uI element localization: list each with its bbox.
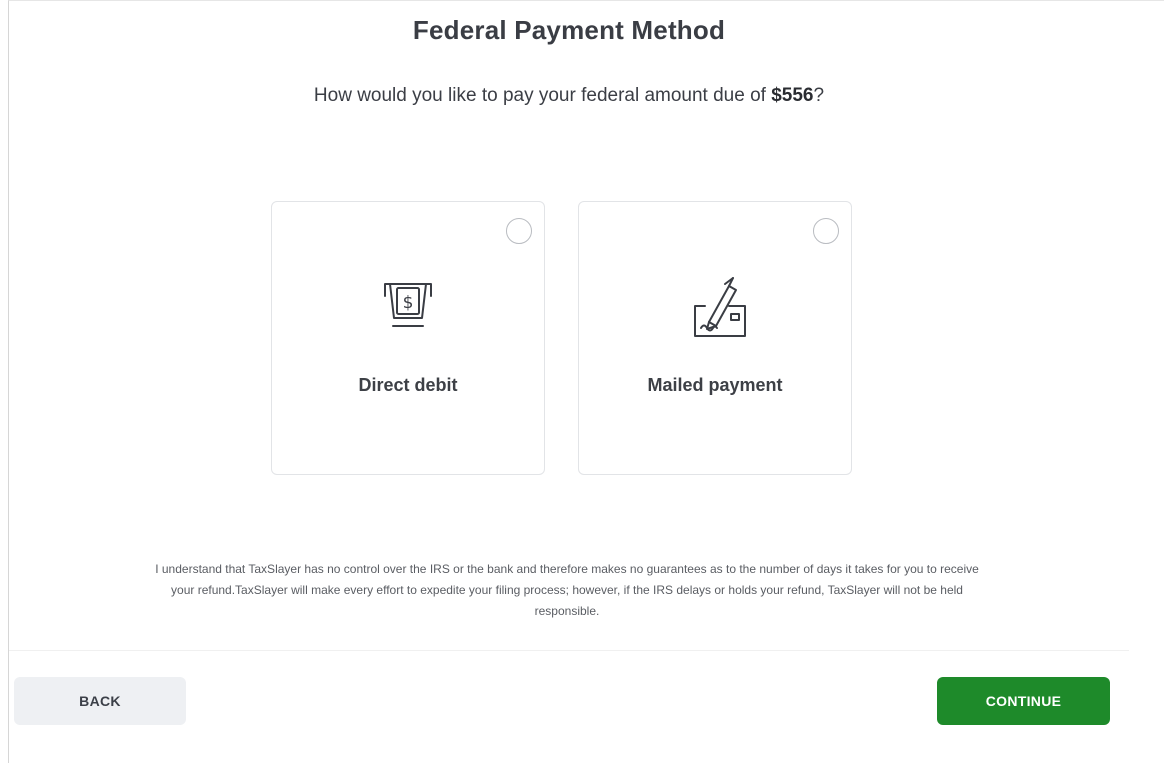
disclaimer-line: responsible. [534, 604, 600, 618]
page-title: Federal Payment Method [412, 15, 726, 45]
payment-question: How would you like to pay your federal a… [9, 85, 1129, 107]
disclaimer-text: I understand that TaxSlayer has no contr… [17, 559, 1117, 622]
mailed-payment-label: Mailed payment [647, 375, 783, 395]
direct-debit-option[interactable]: $ Direct debit [271, 201, 545, 475]
question-prefix: How would you like to pay your federal a… [313, 85, 772, 106]
direct-debit-radio[interactable] [506, 218, 532, 244]
payment-method-page: Federal Payment Method How would you lik… [8, 0, 1164, 763]
back-button[interactable]: BACK [14, 677, 186, 725]
direct-debit-label: Direct debit [358, 375, 458, 395]
disclaimer-line: I understand that TaxSlayer has no contr… [155, 562, 979, 576]
disclaimer-line: your refund.TaxSlayer will make every ef… [171, 583, 963, 597]
atm-dollar-icon: $ [272, 272, 544, 349]
footer-divider [9, 650, 1129, 651]
svg-text:$: $ [403, 293, 414, 313]
amount-due: $556 [771, 85, 814, 106]
mailed-payment-option[interactable]: Mailed payment [578, 201, 852, 475]
pen-check-icon [579, 272, 851, 349]
question-suffix: ? [813, 85, 825, 106]
mailed-payment-radio[interactable] [813, 218, 839, 244]
continue-button[interactable]: CONTINUE [937, 677, 1110, 725]
